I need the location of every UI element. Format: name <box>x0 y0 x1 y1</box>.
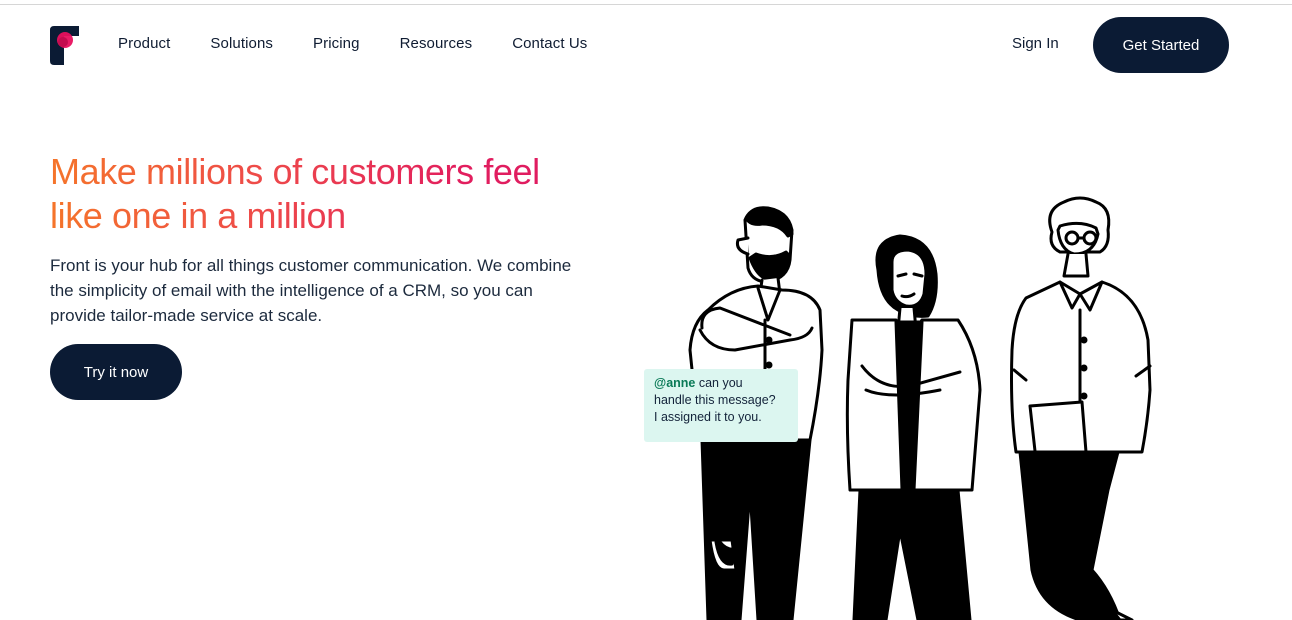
person-right-illustration <box>1010 196 1152 620</box>
hero-headline-line1: Make millions of customers feel <box>50 151 540 192</box>
front-logo[interactable] <box>50 26 79 65</box>
get-started-button[interactable]: Get Started <box>1093 17 1229 73</box>
nav-pricing[interactable]: Pricing <box>313 35 360 52</box>
main-nav: Product Solutions Pricing Resources Cont… <box>118 35 587 52</box>
try-it-now-button[interactable]: Try it now <box>50 344 182 400</box>
nav-resources[interactable]: Resources <box>400 35 473 52</box>
chat-line2: handle this message? <box>654 393 776 407</box>
hero-description-line2: the simplicity of email with the intelli… <box>50 281 533 300</box>
top-border <box>0 4 1292 5</box>
hero-headline-line2: like one in a million <box>50 195 346 236</box>
person-center-illustration <box>845 234 982 620</box>
hero-headline: Make millions of customers feel like one… <box>50 150 640 238</box>
chat-mention: @anne <box>654 376 696 390</box>
assignment-chat-bubble: @anne can you handle this message? I ass… <box>644 369 798 442</box>
nav-contact-us[interactable]: Contact Us <box>512 35 587 52</box>
chat-line1-rest: can you <box>695 376 743 390</box>
nav-product[interactable]: Product <box>118 35 170 52</box>
sign-in-link[interactable]: Sign In <box>1012 35 1059 52</box>
nav-solutions[interactable]: Solutions <box>210 35 273 52</box>
chat-line3: I assigned it to you. <box>654 410 762 424</box>
hero-description-line3: provide tailor-made service at scale. <box>50 306 323 325</box>
hero-description: Front is your hub for all things custome… <box>50 253 630 328</box>
hero-description-line1: Front is your hub for all things custome… <box>50 256 572 275</box>
